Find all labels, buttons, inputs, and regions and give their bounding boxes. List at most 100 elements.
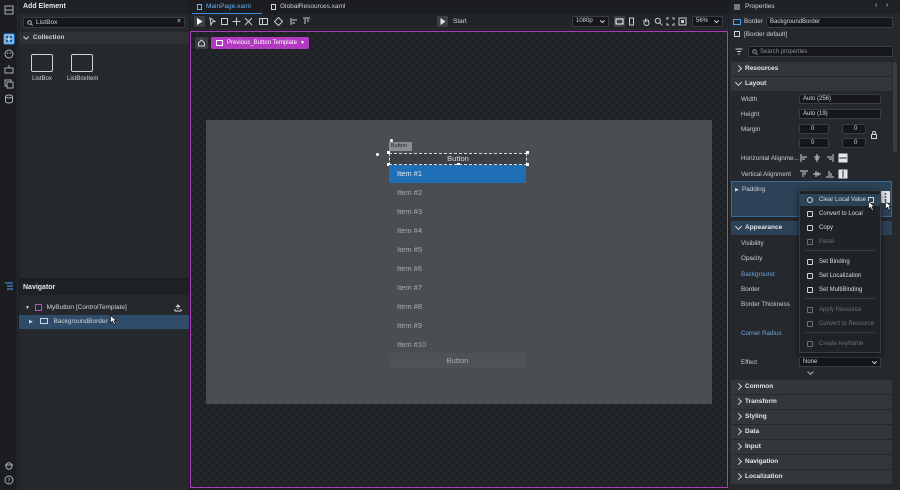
design-surface[interactable]: Previous_Button Template ▼ Button Button…	[190, 31, 728, 488]
layout-icon[interactable]	[259, 17, 268, 26]
align-stretch-icon[interactable]	[838, 153, 848, 163]
align-center-icon[interactable]	[813, 154, 821, 162]
section-input[interactable]: Input	[731, 440, 892, 454]
margin-handle[interactable]	[376, 153, 379, 156]
menu-item-create-keyframe[interactable]: Create keyframe	[800, 338, 880, 350]
tree-row-root[interactable]: ▼ MyButton [ControlTemplate]	[19, 301, 189, 315]
align-left-icon[interactable]	[290, 17, 299, 26]
scrollbar-thumb[interactable]	[893, 62, 897, 152]
section-resources[interactable]: Resources	[731, 62, 892, 76]
margin-right-field[interactable]: 0	[799, 138, 829, 148]
transform-icon[interactable]	[220, 17, 229, 26]
section-navigation[interactable]: Navigation	[731, 455, 892, 469]
section-layout[interactable]: Layout	[731, 77, 892, 91]
start-icon[interactable]	[437, 16, 448, 27]
help-icon[interactable]: ?	[3, 474, 15, 486]
forward-icon[interactable]: ›	[886, 2, 888, 9]
zoom-tool-icon[interactable]	[654, 17, 663, 26]
select-tool-icon[interactable]	[194, 16, 205, 27]
property-search-input[interactable]: Search properties	[748, 46, 893, 57]
resize-icon[interactable]	[244, 17, 253, 26]
resize-handle[interactable]	[526, 163, 529, 166]
back-icon[interactable]: ‹	[875, 2, 877, 9]
menu-item-set-binding[interactable]: Set Binding	[800, 256, 880, 268]
resize-handle[interactable]	[387, 151, 390, 154]
palette-icon[interactable]	[3, 48, 15, 60]
direct-select-icon[interactable]	[208, 17, 217, 26]
listbox-item[interactable]: Item #3	[389, 203, 526, 221]
align-top-icon[interactable]	[302, 17, 311, 26]
grid-snap-icon[interactable]	[274, 17, 283, 26]
section-transform[interactable]: Transform	[731, 395, 892, 409]
listbox-item[interactable]: Item #5	[389, 241, 526, 259]
bottom-button[interactable]: Button	[389, 353, 526, 368]
bug-icon[interactable]	[3, 459, 15, 471]
lock-icon[interactable]	[871, 131, 877, 139]
effect-select[interactable]: None	[799, 357, 881, 367]
menu-item-apply-resource[interactable]: Apply Resource	[800, 304, 880, 316]
move-icon[interactable]	[232, 17, 241, 26]
align-middle-icon[interactable]	[813, 170, 821, 178]
listbox-item[interactable]: Item #4	[389, 222, 526, 240]
zoom-select[interactable]: 56%	[692, 16, 723, 27]
listbox-item[interactable]: Item #2	[389, 184, 526, 202]
section-styling[interactable]: Styling	[731, 410, 892, 424]
tile-listboxitem[interactable]: ListBoxItem	[67, 54, 98, 82]
filter-icon[interactable]	[735, 48, 743, 55]
tab-mainpage[interactable]: MainPage.xaml	[192, 0, 262, 14]
listbox-item[interactable]: Item #7	[389, 279, 526, 297]
landscape-icon[interactable]	[614, 16, 625, 27]
margin-bottom-field[interactable]: 0	[842, 138, 866, 148]
section-common[interactable]: Common	[731, 380, 892, 394]
listbox-item[interactable]: Item #1	[389, 165, 526, 183]
listbox-item[interactable]: Item #8	[389, 298, 526, 316]
element-name-field[interactable]: BackgroundBorder	[766, 17, 893, 28]
start-label[interactable]: Start	[453, 18, 467, 25]
listbox-item[interactable]: Item #10	[389, 336, 526, 354]
export-icon[interactable]	[174, 304, 182, 312]
add-element-icon[interactable]	[3, 33, 15, 45]
show-more-icon[interactable]	[807, 371, 814, 375]
fit-icon[interactable]	[666, 17, 675, 26]
template-breadcrumb[interactable]: Previous_Button Template ▼	[211, 37, 309, 49]
margin-value: 0	[811, 126, 815, 132]
hand-tool-icon[interactable]	[642, 17, 651, 26]
rotate-handle[interactable]	[390, 139, 393, 142]
home-icon[interactable]	[195, 37, 208, 49]
navigator-icon[interactable]	[3, 280, 15, 292]
width-field[interactable]: Auto (256)	[799, 94, 881, 104]
align-vstretch-icon[interactable]	[838, 169, 848, 179]
tree-row-backgroundborder[interactable]: ▶ BackgroundBorder	[19, 315, 189, 329]
menu-item-copy[interactable]: Copy	[800, 222, 880, 234]
resize-handle[interactable]	[526, 151, 529, 154]
menu-item-convert-to-resource[interactable]: Convert to Resource	[800, 318, 880, 330]
align-bottom-icon[interactable]	[826, 170, 834, 178]
menu-item-set-multibinding[interactable]: Set MultiBinding	[800, 284, 880, 296]
align-left-icon[interactable]	[800, 154, 808, 162]
clear-search-icon[interactable]: ×	[177, 18, 181, 25]
menu-item-set-localization[interactable]: Set Localization	[800, 270, 880, 282]
tile-listbox[interactable]: ListBox	[27, 54, 57, 82]
layers-icon[interactable]	[3, 4, 15, 16]
listbox-item[interactable]: Item #9	[389, 317, 526, 335]
cake-icon[interactable]	[3, 63, 15, 75]
margin-top-field[interactable]: 0	[842, 124, 866, 134]
resolution-select[interactable]: 1080p	[572, 16, 609, 27]
align-top-icon[interactable]	[800, 170, 808, 178]
actual-size-icon[interactable]	[678, 17, 687, 26]
menu-item-paste[interactable]: Paste	[800, 236, 880, 248]
listbox-item[interactable]: Item #6	[389, 260, 526, 278]
portrait-icon[interactable]	[627, 17, 636, 26]
artboard[interactable]: Button Button Item #1 Item #2 Item #3 Item …	[206, 120, 712, 404]
tab-globalresources[interactable]: GlobalResources.xaml	[266, 0, 366, 14]
height-field[interactable]: Auto (19)	[799, 109, 881, 119]
margin-left-field[interactable]: 0	[799, 124, 829, 134]
section-localization[interactable]: Localization	[731, 470, 892, 484]
section-data[interactable]: Data	[731, 425, 892, 439]
collection-header[interactable]: Collection	[19, 32, 189, 44]
align-right-icon[interactable]	[826, 154, 834, 162]
style-label[interactable]: [Border default]	[744, 31, 787, 38]
database-icon[interactable]	[3, 93, 15, 105]
element-search-input[interactable]: ListBox ×	[23, 17, 185, 28]
copy-icon[interactable]	[3, 78, 15, 90]
